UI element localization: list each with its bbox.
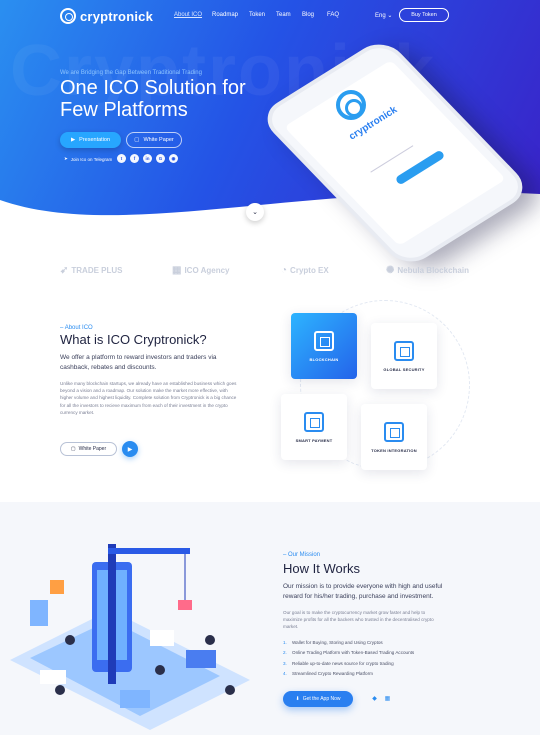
blockchain-icon: [314, 330, 334, 351]
windows-icon[interactable]: ▦: [384, 695, 391, 702]
feature-label: TOKEN INTEGRATION: [371, 447, 417, 453]
isometric-illustration: [10, 544, 250, 730]
token-icon: [384, 421, 404, 442]
feature-smart-payment[interactable]: SMART PAYMENT: [281, 394, 347, 460]
main-menu: About ICO Roadmap Token Team Blog FAQ: [174, 12, 347, 18]
twitter-icon[interactable]: t: [117, 154, 126, 163]
chevron-down-icon: ⌄: [252, 209, 258, 216]
logo-icon: [60, 8, 76, 24]
nav-item-blog[interactable]: Blog: [302, 12, 327, 18]
trade-plus-icon: ➹: [60, 265, 69, 276]
list-item: 2. Online Trading Platform with Token-Ba…: [283, 648, 414, 659]
step-text: Wallet for Buying, Storing and Using Cry…: [292, 639, 383, 645]
language-label: Eng: [375, 13, 386, 19]
about-white-paper-button[interactable]: ▢ White Paper: [60, 442, 117, 456]
partner-name: TRADE PLUS: [71, 266, 123, 275]
qr-payment-icon: [304, 411, 324, 432]
github-icon[interactable]: ◉: [169, 154, 178, 163]
feature-label: SMART PAYMENT: [295, 437, 333, 443]
presentation-button[interactable]: ▶ Presentation: [60, 132, 121, 148]
nav-item-token[interactable]: Token: [249, 12, 276, 18]
crypto-ex-icon: ◔: [281, 265, 288, 276]
nav-item-roadmap[interactable]: Roadmap: [212, 12, 249, 18]
white-paper-label: White Paper: [143, 137, 174, 143]
about-kicker: – About ICO: [60, 325, 93, 331]
how-lead: Our mission is to provide everyone with …: [283, 583, 443, 600]
step-number: 4.: [283, 671, 287, 677]
play-video-button[interactable]: ▶: [122, 441, 138, 457]
hero-headline-line1: One ICO Solution for: [60, 77, 246, 99]
play-icon: ▶: [70, 137, 76, 143]
hero-headline-line2: Few Platforms: [60, 99, 188, 121]
step-number: 2.: [283, 650, 287, 656]
about-lead: We offer a platform to reward investors …: [60, 354, 217, 371]
document-icon: ▢: [134, 137, 140, 143]
facebook-icon[interactable]: f: [130, 154, 139, 163]
feature-blockchain[interactable]: BLOCKCHAIN: [291, 313, 357, 379]
list-item: 3. Reliable up-to-date news source for c…: [283, 658, 414, 669]
step-text: Reliable up-to-date news source for cryp…: [292, 660, 394, 666]
nav-item-faq[interactable]: FAQ: [327, 12, 347, 18]
apple-icon[interactable]: [358, 695, 365, 702]
store-icons: ◆ ▦: [358, 695, 391, 702]
white-paper-button[interactable]: ▢ White Paper: [126, 132, 182, 148]
white-paper-label: White Paper: [78, 446, 107, 452]
scroll-down-button[interactable]: ⌄: [246, 203, 264, 221]
partner-logo-ico-agency[interactable]: ▦ ICO Agency: [172, 265, 230, 276]
partner-name: Nebula Blockchain: [397, 266, 469, 275]
phone-logo-icon: [336, 90, 366, 120]
download-icon: ⬇: [295, 696, 300, 702]
how-kicker: – Our Mission: [283, 552, 320, 558]
ico-agency-icon: ▦: [172, 265, 182, 276]
hero-kicker: We are Bridging the Gap Between Traditio…: [60, 70, 202, 76]
language-select[interactable]: Eng ⌄: [375, 12, 392, 19]
step-number: 3.: [283, 660, 287, 666]
steps-list: 1. Wallet for Buying, Storing and Using …: [283, 637, 414, 679]
step-text: Online Trading Platform with Token-Based…: [292, 650, 415, 656]
about-kicker-text: About ICO: [64, 325, 93, 331]
list-item: 4. Streamlined Crypto Rewarding Platform: [283, 669, 414, 680]
about-body: Unlike many blockchain startups, we alre…: [60, 381, 237, 415]
linkedin-icon[interactable]: in: [143, 154, 152, 163]
get-app-button[interactable]: ⬇ Get the App Now: [283, 691, 353, 707]
feature-label: GLOBAL SECURITY: [383, 366, 425, 372]
nav-item-about-ico[interactable]: About ICO: [174, 12, 212, 18]
feature-global-security[interactable]: GLOBAL SECURITY: [371, 323, 437, 389]
get-app-label: Get the App Now: [302, 696, 341, 702]
telegram-label: Join Ico on Telegram: [70, 156, 113, 162]
feature-label: BLOCKCHAIN: [309, 356, 339, 362]
logo-text: cryptronick: [80, 8, 154, 24]
google-plus-icon[interactable]: G: [156, 154, 165, 163]
chevron-down-icon: ⌄: [387, 13, 393, 19]
buy-token-button[interactable]: Buy Token: [399, 8, 449, 22]
logo[interactable]: cryptronick: [60, 8, 153, 24]
partner-logo-nebula[interactable]: ✺ Nebula Blockchain: [386, 265, 469, 276]
security-icon: [394, 340, 414, 361]
play-icon: ▶: [127, 446, 133, 453]
document-icon: ▢: [70, 446, 76, 452]
telegram-icon: ➤: [64, 156, 68, 161]
android-icon[interactable]: ◆: [371, 695, 378, 702]
step-text: Streamlined Crypto Rewarding Platform: [292, 671, 373, 677]
about-title: What is ICO Cryptronick?: [60, 332, 207, 347]
how-kicker-text: Our Mission: [288, 552, 321, 558]
partner-name: ICO Agency: [184, 266, 230, 275]
presentation-label: Presentation: [79, 137, 111, 143]
nebula-icon: ✺: [386, 265, 395, 276]
partner-logo-trade-plus[interactable]: ➹ TRADE PLUS: [60, 265, 123, 276]
how-title: How It Works: [283, 561, 361, 576]
telegram-link[interactable]: ➤ Join Ico on Telegram: [64, 156, 112, 162]
how-body: Our goal is to make the cryptocurrency m…: [283, 610, 434, 630]
social-links: t f in G ◉: [117, 154, 178, 163]
nav-item-team[interactable]: Team: [276, 12, 302, 18]
partner-name: Crypto EX: [290, 266, 329, 275]
hero-headline: One ICO Solution for Few Platforms: [60, 77, 260, 121]
step-number: 1.: [283, 639, 287, 645]
feature-token-integration[interactable]: TOKEN INTEGRATION: [361, 404, 427, 470]
partner-logo-crypto-ex[interactable]: ◔ Crypto EX: [281, 265, 329, 276]
top-nav: cryptronick About ICO Roadmap Token Team…: [0, 6, 540, 26]
list-item: 1. Wallet for Buying, Storing and Using …: [283, 637, 414, 648]
